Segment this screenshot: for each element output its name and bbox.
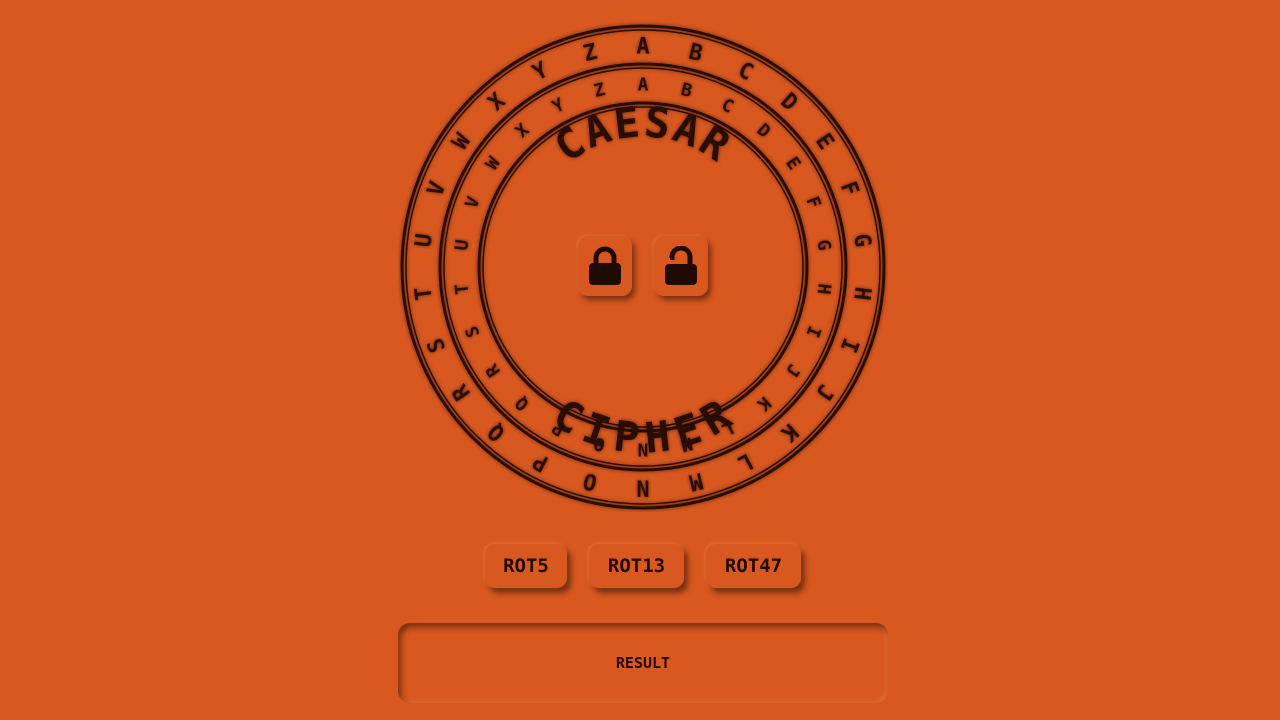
inner-ring-letter-h: H (813, 282, 835, 295)
inner-ring-letter-j: J (781, 360, 804, 381)
inner-ring-letter-u: U (451, 238, 473, 251)
outer-ring-letter-s: S (423, 334, 451, 355)
inner-ring-letter-s: S (461, 323, 484, 341)
inner-ring-letter-w: W (481, 153, 505, 174)
outer-ring-letter-p: P (529, 448, 552, 476)
cipher-wheel[interactable]: ABCDEFGHIJKLMNOPQRSTUVWXYZ ABCDEFGHIJKLM… (398, 22, 888, 512)
unlock-icon (663, 246, 697, 285)
lock-icon (589, 246, 621, 285)
outer-ring-letter-h: H (848, 285, 874, 301)
inner-ring-letter-c: C (718, 94, 737, 118)
inner-ring-letter-x: X (511, 119, 533, 142)
inner-ring-letter-v: V (461, 194, 485, 212)
inner-ring-letter-d: D (753, 119, 775, 142)
result-field[interactable]: RESULT (398, 623, 888, 703)
caesar-cipher-app: ABCDEFGHIJKLMNOPQRSTUVWXYZ ABCDEFGHIJKLM… (0, 0, 1280, 720)
outer-ring-letter-r: R (447, 379, 476, 405)
outer-ring-letter-x: X (484, 89, 510, 116)
inner-ring-letter-k: K (753, 392, 775, 415)
outer-ring-letter-o: O (581, 467, 600, 494)
outer-ring-letter-k: K (775, 418, 802, 446)
outer-ring-letter-f: F (835, 178, 863, 199)
inner-ring-letter-z: Z (592, 79, 608, 102)
inner-ring-letter-f: F (801, 194, 824, 212)
outer-ring-letter-v: V (423, 178, 451, 199)
inner-ring-letter-e: E (781, 153, 804, 174)
cipher-wheel-graphic: A BCDEFGHIJKLMNOPQRSTUVWXYZ A BCDEFGHIJKLM… (400, 24, 886, 510)
outer-ring-letter-c: C (734, 58, 757, 86)
outer-ring-letter-d: D (776, 89, 802, 116)
inner-ring-letter-t: T (451, 282, 473, 295)
outer-ring-letter-y: Y (529, 58, 553, 87)
inner-ring-letter-a: A (638, 75, 649, 96)
rot13-button[interactable]: ROT13 (589, 544, 684, 588)
inner-ring-letter-y: Y (549, 94, 568, 118)
outer-ring-letter-q: Q (484, 418, 510, 445)
outer-ring-letter-e: E (810, 129, 838, 154)
inner-ring-letter-b: B (679, 79, 695, 102)
outer-ring-letter-l: L (734, 448, 757, 476)
outer-ring-letter-m: M (686, 467, 705, 494)
outer-ring-letter-t: T (411, 285, 437, 301)
rot5-button[interactable]: ROT5 (485, 544, 567, 588)
outer-ring-letter-j: J (810, 379, 838, 404)
outer-ring-letter-z: Z (581, 40, 600, 67)
inner-ring-letter-q: Q (511, 392, 533, 415)
decrypt-button[interactable] (654, 236, 708, 296)
outer-ring-letter-a: A (636, 35, 649, 60)
outer-ring-letter-b: B (686, 40, 705, 67)
result-label: RESULT (615, 654, 671, 672)
outer-rings (400, 24, 886, 510)
inner-ring-letter-r: R (481, 360, 505, 381)
inner-ring-letter-g: G (813, 238, 835, 251)
outer-ring-letter-i: I (835, 334, 863, 355)
inner-alphabet-ring[interactable]: A BCDEFGHIJKLMNOPQRSTUVWXYZ (451, 75, 835, 460)
outer-ring-letter-n: N (636, 475, 649, 500)
rot47-button[interactable]: ROT47 (706, 544, 801, 588)
outer-ring-letter-u: U (411, 232, 437, 248)
wheel-title-top: CAESAR (546, 97, 741, 172)
outer-ring-letter-g: G (848, 232, 874, 248)
outer-ring-letter-w: W (448, 129, 477, 155)
inner-ring-letter-i: I (801, 323, 824, 341)
encrypt-button[interactable] (578, 236, 632, 296)
